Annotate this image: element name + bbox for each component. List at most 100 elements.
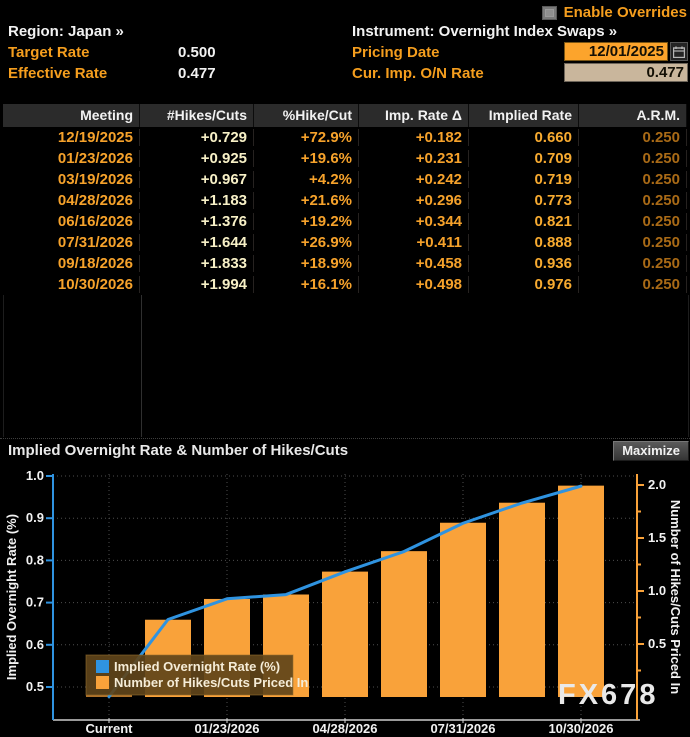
- enable-overrides-control: Enable Overrides: [542, 3, 687, 22]
- table-row[interactable]: 04/28/2026+1.183+21.6%+0.2960.7730.250: [3, 190, 687, 211]
- right-tick-label: 1.0: [648, 583, 666, 598]
- table-empty-area: [3, 295, 689, 437]
- legend-label-bar: Number of Hikes/Cuts Priced In: [114, 675, 308, 690]
- table-cell: +0.498: [359, 276, 469, 293]
- table-cell: 07/31/2026: [3, 234, 140, 251]
- table-cell: +0.182: [359, 129, 469, 146]
- calendar-button[interactable]: [670, 42, 688, 61]
- instrument-label: Instrument:: [352, 23, 435, 40]
- table-cell: +0.344: [359, 213, 469, 230]
- right-tick-label: 1.5: [648, 530, 666, 545]
- table-cell: +26.9%: [254, 234, 359, 251]
- table-cell: +0.231: [359, 150, 469, 167]
- bar: [499, 503, 545, 697]
- cur-imp-rate-label: Cur. Imp. O/N Rate: [352, 64, 484, 83]
- target-rate-label: Target Rate: [8, 43, 89, 62]
- right-axis-title: Number of Hikes/Cuts Priced In: [668, 500, 683, 694]
- column-header: Implied Rate: [469, 104, 579, 127]
- table-cell: +18.9%: [254, 255, 359, 272]
- watermark: FX678: [558, 679, 658, 712]
- target-rate-value: 0.500: [178, 43, 216, 62]
- left-tick-label: 0.5: [26, 679, 44, 694]
- left-tick-label: 0.9: [26, 510, 44, 525]
- column-header: Imp. Rate Δ: [359, 104, 469, 127]
- effective-rate-value: 0.477: [178, 64, 216, 83]
- region-label: Region:: [8, 23, 64, 40]
- table-cell: 0.888: [469, 234, 579, 251]
- x-tick-label: 10/30/2026: [548, 721, 613, 736]
- chart-title: Implied Overnight Rate & Number of Hikes…: [8, 442, 348, 459]
- table-cell: 04/28/2026: [3, 192, 140, 209]
- calendar-icon: [673, 46, 685, 58]
- table-cell: 01/23/2026: [3, 150, 140, 167]
- table-row[interactable]: 03/19/2026+0.967+4.2%+0.2420.7190.250: [3, 169, 687, 190]
- table-row[interactable]: 06/16/2026+1.376+19.2%+0.3440.8210.250: [3, 211, 687, 232]
- x-tick-label: 07/31/2026: [430, 721, 495, 736]
- region-selector[interactable]: Region: Japan »: [8, 22, 124, 41]
- chart-panel: Implied Overnight Rate & Number of Hikes…: [0, 438, 690, 736]
- column-divider: [141, 295, 142, 437]
- table-cell: +19.6%: [254, 150, 359, 167]
- region-value[interactable]: Japan »: [68, 23, 124, 40]
- table-cell: +1.644: [140, 234, 254, 251]
- table-row[interactable]: 09/18/2026+1.833+18.9%+0.4580.9360.250: [3, 253, 687, 274]
- table-cell: +21.6%: [254, 192, 359, 209]
- table-cell: 03/19/2026: [3, 171, 140, 188]
- table-cell: +0.967: [140, 171, 254, 188]
- table-cell: +0.411: [359, 234, 469, 251]
- left-axis-title: Implied Overnight Rate (%): [4, 514, 19, 680]
- table-cell: 12/19/2025: [3, 129, 140, 146]
- right-tick-label: 0.5: [648, 636, 666, 651]
- table-row[interactable]: 01/23/2026+0.925+19.6%+0.2310.7090.250: [3, 148, 687, 169]
- table-cell: 10/30/2026: [3, 276, 140, 293]
- bar: [440, 523, 486, 697]
- instrument-value[interactable]: Overnight Index Swaps »: [439, 23, 617, 40]
- table-cell: 06/16/2026: [3, 213, 140, 230]
- table-cell: 0.773: [469, 192, 579, 209]
- left-tick-label: 1.0: [26, 468, 44, 483]
- instrument-selector[interactable]: Instrument: Overnight Index Swaps »: [352, 22, 617, 41]
- legend-swatch-bar: [96, 676, 109, 689]
- table-cell: +0.729: [140, 129, 254, 146]
- table-cell: 0.250: [579, 150, 687, 167]
- table-row[interactable]: 12/19/2025+0.729+72.9%+0.1820.6600.250: [3, 127, 687, 148]
- x-tick-label: 04/28/2026: [312, 721, 377, 736]
- table-cell: +4.2%: [254, 171, 359, 188]
- x-tick-label: 01/23/2026: [194, 721, 259, 736]
- table-cell: 0.250: [579, 171, 687, 188]
- table-cell: +19.2%: [254, 213, 359, 230]
- bar: [322, 572, 368, 697]
- enable-overrides-label: Enable Overrides: [564, 3, 687, 22]
- legend: Implied Overnight Rate (%)Number of Hike…: [86, 655, 308, 695]
- table-cell: +0.925: [140, 150, 254, 167]
- table-cell: 0.936: [469, 255, 579, 272]
- table-row[interactable]: 10/30/2026+1.994+16.1%+0.4980.9760.250: [3, 274, 687, 295]
- left-tick-label: 0.7: [26, 595, 44, 610]
- table-row[interactable]: 07/31/2026+1.644+26.9%+0.4110.8880.250: [3, 232, 687, 253]
- table-cell: +1.833: [140, 255, 254, 272]
- table-cell: 0.976: [469, 276, 579, 293]
- pricing-date-input[interactable]: [564, 42, 668, 61]
- table-cell: 0.250: [579, 129, 687, 146]
- column-header: %Hike/Cut: [254, 104, 359, 127]
- left-tick-label: 0.8: [26, 552, 44, 567]
- column-header: Meeting: [3, 104, 140, 127]
- table-cell: 0.250: [579, 276, 687, 293]
- enable-overrides-checkbox[interactable]: [542, 6, 557, 20]
- legend-swatch-line: [96, 660, 109, 673]
- table-cell: +1.376: [140, 213, 254, 230]
- table-cell: 09/18/2026: [3, 255, 140, 272]
- table-cell: +1.994: [140, 276, 254, 293]
- bar: [558, 486, 604, 697]
- meetings-table: Meeting#Hikes/Cuts%Hike/CutImp. Rate ΔIm…: [3, 104, 687, 295]
- pricing-date-label: Pricing Date: [352, 43, 440, 62]
- table-cell: 0.719: [469, 171, 579, 188]
- bar: [381, 551, 427, 697]
- maximize-button[interactable]: Maximize: [613, 441, 689, 461]
- cur-imp-rate-input[interactable]: [564, 63, 688, 82]
- column-header: A.R.M.: [579, 104, 687, 127]
- table-cell: +72.9%: [254, 129, 359, 146]
- table-cell: 0.250: [579, 213, 687, 230]
- table-cell: +0.296: [359, 192, 469, 209]
- column-header: #Hikes/Cuts: [140, 104, 254, 127]
